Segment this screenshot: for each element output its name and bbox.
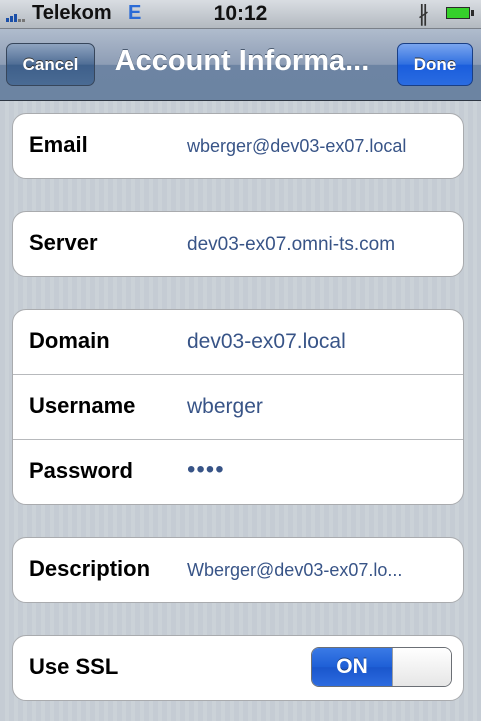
domain-field[interactable]: dev03-ex07.local <box>187 330 346 354</box>
battery-icon <box>446 7 474 19</box>
ssl-row: Use SSL ON <box>13 636 463 700</box>
password-label: Password <box>29 458 133 483</box>
email-group: Email wberger@dev03-ex07.local <box>12 113 464 179</box>
status-time: 10:12 <box>213 2 268 25</box>
username-row[interactable]: Username wberger <box>13 374 463 439</box>
ssl-toggle[interactable]: ON <box>311 647 452 687</box>
server-group: Server dev03-ex07.omni-ts.com <box>12 211 464 277</box>
description-field[interactable]: Wberger@dev03-ex07.lo... <box>187 560 402 581</box>
toggle-on-label: ON <box>312 648 392 686</box>
password-row[interactable]: Password •••• <box>13 439 463 504</box>
bluetooth-icon: ∦ <box>418 1 429 26</box>
password-field[interactable]: •••• <box>187 456 225 484</box>
email-field[interactable]: wberger@dev03-ex07.local <box>187 136 406 157</box>
domain-label: Domain <box>29 328 110 353</box>
server-field[interactable]: dev03-ex07.omni-ts.com <box>187 234 395 256</box>
toggle-knob[interactable] <box>392 648 451 686</box>
description-group: Description Wberger@dev03-ex07.lo... <box>12 537 464 603</box>
username-field[interactable]: wberger <box>187 395 263 419</box>
ssl-label: Use SSL <box>29 654 119 679</box>
cancel-button[interactable]: Cancel <box>6 43 95 86</box>
credentials-group: Domain dev03-ex07.local Username wberger… <box>12 309 464 505</box>
server-row[interactable]: Server dev03-ex07.omni-ts.com <box>13 212 463 276</box>
server-label: Server <box>29 230 98 255</box>
settings-content: Email wberger@dev03-ex07.local Server de… <box>0 101 481 721</box>
status-bar: Telekom E 10:12 ∦ <box>0 0 481 29</box>
navigation-bar: Cancel Account Informa... Done <box>0 29 481 101</box>
description-row[interactable]: Description Wberger@dev03-ex07.lo... <box>13 538 463 602</box>
username-label: Username <box>29 393 136 418</box>
done-button[interactable]: Done <box>397 43 473 86</box>
email-row[interactable]: Email wberger@dev03-ex07.local <box>13 114 463 178</box>
domain-row[interactable]: Domain dev03-ex07.local <box>13 310 463 374</box>
description-label: Description <box>29 556 151 581</box>
page-title: Account Informa... <box>114 45 370 77</box>
email-label: Email <box>29 132 88 157</box>
ssl-group: Use SSL ON <box>12 635 464 701</box>
